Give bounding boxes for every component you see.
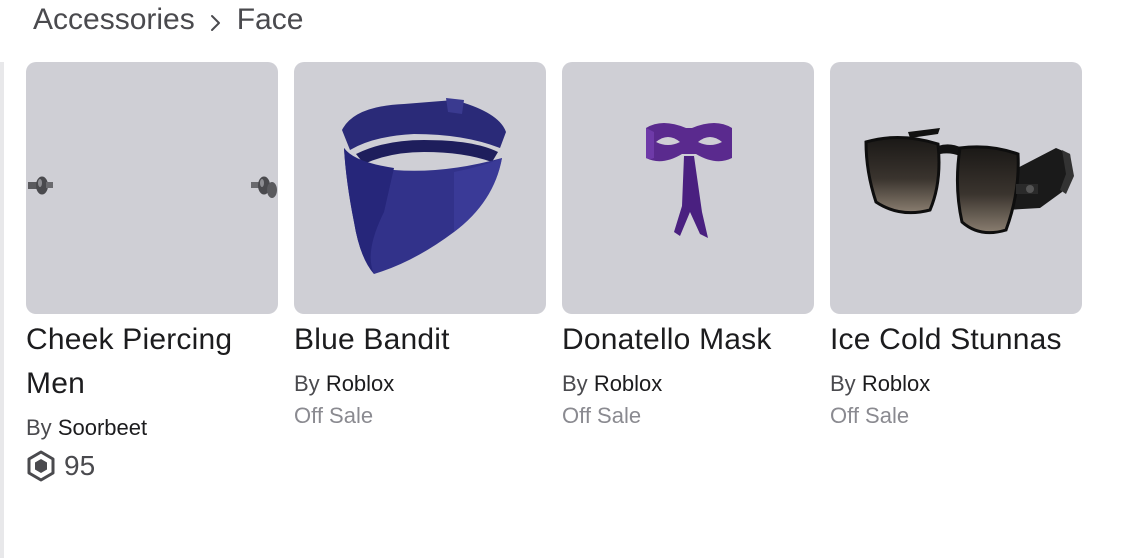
item-grid: Cheek Piercing Men By Soorbeet 95 Blue B… xyxy=(26,62,1082,486)
page-left-border xyxy=(0,62,4,558)
item-thumbnail[interactable] xyxy=(830,62,1082,314)
sunglasses-image xyxy=(864,128,1074,235)
robux-icon xyxy=(27,450,55,482)
item-name[interactable]: Donatello Mask xyxy=(562,318,814,362)
item-card-cheek-piercing-men[interactable]: Cheek Piercing Men By Soorbeet 95 xyxy=(26,62,278,486)
item-price: 95 xyxy=(26,446,278,486)
creator-link[interactable]: Roblox xyxy=(862,371,930,396)
item-card-ice-cold-stunnas[interactable]: Ice Cold Stunnas By Roblox Off Sale xyxy=(830,62,1082,486)
item-creator: By Soorbeet xyxy=(26,406,278,450)
item-thumbnail[interactable] xyxy=(562,62,814,314)
chevron-right-icon xyxy=(207,9,225,33)
creator-link[interactable]: Roblox xyxy=(326,371,394,396)
item-status: Off Sale xyxy=(294,403,374,428)
creator-link[interactable]: Roblox xyxy=(594,371,662,396)
item-thumbnail[interactable] xyxy=(294,62,546,314)
breadcrumb-accessories-link[interactable]: Accessories xyxy=(33,3,195,37)
creator-by-label: By xyxy=(562,371,588,396)
item-status: Off Sale xyxy=(830,403,910,428)
item-name[interactable]: Ice Cold Stunnas xyxy=(830,318,1082,362)
cheek-piercing-image xyxy=(28,176,277,198)
item-thumbnail[interactable] xyxy=(26,62,278,314)
item-name[interactable]: Cheek Piercing Men xyxy=(26,318,278,406)
item-card-blue-bandit[interactable]: Blue Bandit By Roblox Off Sale xyxy=(294,62,546,486)
breadcrumb-current: Face xyxy=(236,3,304,36)
item-status: Off Sale xyxy=(562,403,642,428)
purple-eye-mask-image xyxy=(646,123,732,238)
blue-bandana-image xyxy=(342,98,506,274)
item-name[interactable]: Blue Bandit xyxy=(294,318,546,362)
breadcrumb: Accessories Face xyxy=(33,0,303,40)
creator-by-label: By xyxy=(294,371,320,396)
price-amount: 95 xyxy=(64,450,96,481)
creator-link[interactable]: Soorbeet xyxy=(58,415,147,440)
creator-by-label: By xyxy=(26,415,52,440)
creator-by-label: By xyxy=(830,371,856,396)
item-card-donatello-mask[interactable]: Donatello Mask By Roblox Off Sale xyxy=(562,62,814,486)
